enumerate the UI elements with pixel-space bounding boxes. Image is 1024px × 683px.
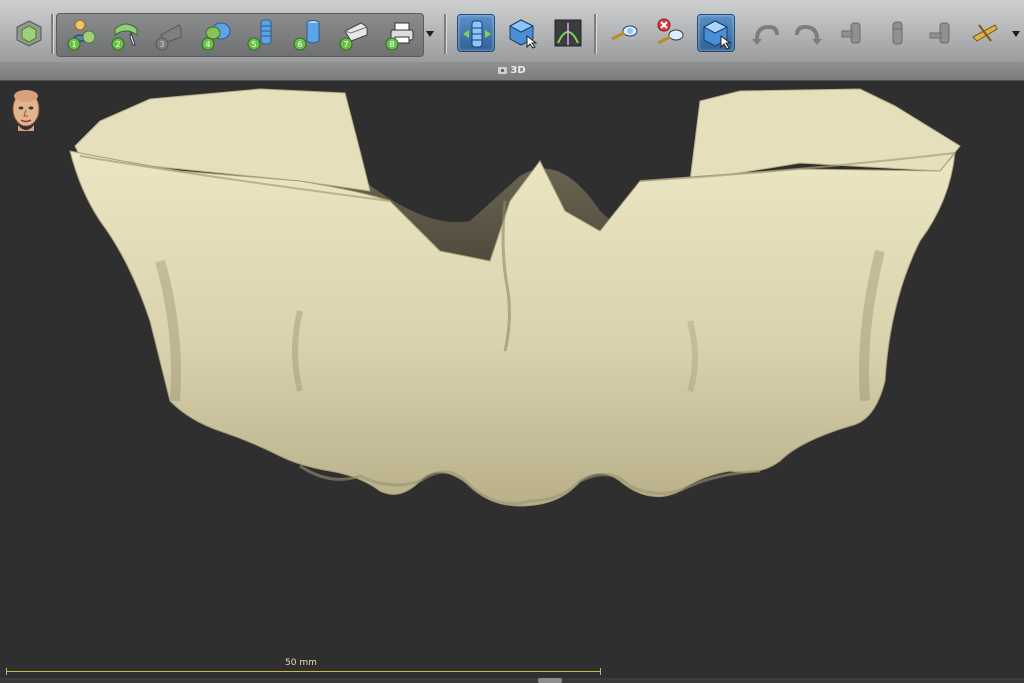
- toolbar-separator: [51, 14, 54, 54]
- crown-placement-icon: 4: [201, 22, 231, 51]
- abutment-icon: 6: [293, 20, 320, 51]
- select-object-icon: [702, 20, 732, 50]
- chevron-down-icon: [1012, 31, 1020, 37]
- maxilla-3d-model[interactable]: [0, 81, 1024, 683]
- delete-measurement-icon: [657, 18, 684, 45]
- main-toolbar: 1 2 3 4 5 6 7 8: [0, 0, 1024, 63]
- implant-gray-2-button[interactable]: [878, 14, 916, 52]
- svg-text:4: 4: [205, 40, 210, 49]
- scale-bar: 50 mm: [6, 658, 601, 676]
- cut-tool-button[interactable]: [966, 14, 1004, 52]
- patient-data-icon: 1: [67, 19, 96, 51]
- scale-tick: [6, 668, 7, 675]
- viewport-header: 3D: [0, 62, 1024, 81]
- green-cube-icon: [16, 20, 42, 47]
- nerve-canal-icon: 3: [155, 24, 182, 51]
- implant-gray-1-icon: [841, 22, 861, 44]
- measure-distance-button[interactable]: [605, 14, 643, 52]
- toolbar-separator: [594, 14, 597, 54]
- svg-text:2: 2: [115, 40, 120, 49]
- implant-planning-icon: 5: [247, 19, 272, 51]
- svg-text:6: 6: [297, 40, 302, 49]
- redo-button[interactable]: [790, 14, 828, 52]
- tools-overflow-dropdown[interactable]: [1010, 13, 1022, 55]
- svg-text:3: 3: [159, 40, 164, 49]
- step-6-abutment-button[interactable]: 6: [288, 14, 326, 52]
- cube-select-button[interactable]: [503, 14, 541, 52]
- redo-icon: [795, 24, 822, 45]
- scale-tick: [600, 668, 601, 675]
- implant-gray-1-button[interactable]: [834, 14, 872, 52]
- measure-distance-icon: [611, 25, 638, 41]
- scrollbar-thumb[interactable]: [538, 678, 562, 683]
- camera-icon[interactable]: [498, 67, 508, 74]
- viewport-title: 3D: [0, 65, 1024, 76]
- guide-design-icon: 7: [339, 22, 368, 51]
- view-3d-cube-button[interactable]: [10, 14, 48, 52]
- chevron-down-icon: [426, 31, 434, 37]
- svg-text:8: 8: [389, 40, 394, 49]
- undo-icon: [752, 24, 779, 45]
- step-7-guide-design-button[interactable]: 7: [334, 14, 372, 52]
- toolbar-separator: [444, 14, 447, 54]
- viewport-title-text: 3D: [510, 65, 526, 76]
- panoramic-curve-icon: 2: [111, 23, 138, 51]
- maxilla-body: [69, 150, 956, 507]
- implant-gray-2-icon: [892, 21, 903, 45]
- svg-text:7: 7: [343, 40, 348, 49]
- select-object-button[interactable]: [697, 14, 735, 52]
- implant-gray-3-button[interactable]: [922, 14, 960, 52]
- step-1-patient-data-button[interactable]: 1: [62, 14, 100, 52]
- orientation-face-icon[interactable]: [6, 87, 46, 137]
- horizontal-scrollbar[interactable]: [0, 678, 1024, 683]
- undo-button[interactable]: [746, 14, 784, 52]
- step-3-nerve-canal-button[interactable]: 3: [150, 14, 188, 52]
- svg-text:5: 5: [251, 40, 256, 49]
- reslice-view-icon: [554, 19, 582, 47]
- 3d-viewport[interactable]: 50 mm: [0, 81, 1024, 683]
- step-2-panoramic-curve-button[interactable]: 2: [106, 14, 144, 52]
- implant-view-icon: [463, 20, 491, 48]
- step-5-implant-planning-button[interactable]: 5: [242, 14, 280, 52]
- print-order-icon: 8: [385, 22, 414, 51]
- implant-view-button[interactable]: [457, 14, 495, 52]
- cube-select-icon: [508, 19, 538, 49]
- step-8-print-order-button[interactable]: 8: [380, 14, 418, 52]
- scale-label: 50 mm: [285, 658, 317, 668]
- workflow-dropdown-button[interactable]: [424, 13, 436, 55]
- step-4-crown-placement-button[interactable]: 4: [196, 14, 234, 52]
- implant-gray-3-icon: [929, 22, 950, 44]
- scale-line: [6, 671, 600, 672]
- delete-measurement-button[interactable]: [651, 14, 689, 52]
- cut-tool-icon: [972, 24, 998, 42]
- reslice-view-button[interactable]: [549, 14, 587, 52]
- svg-text:1: 1: [71, 40, 76, 49]
